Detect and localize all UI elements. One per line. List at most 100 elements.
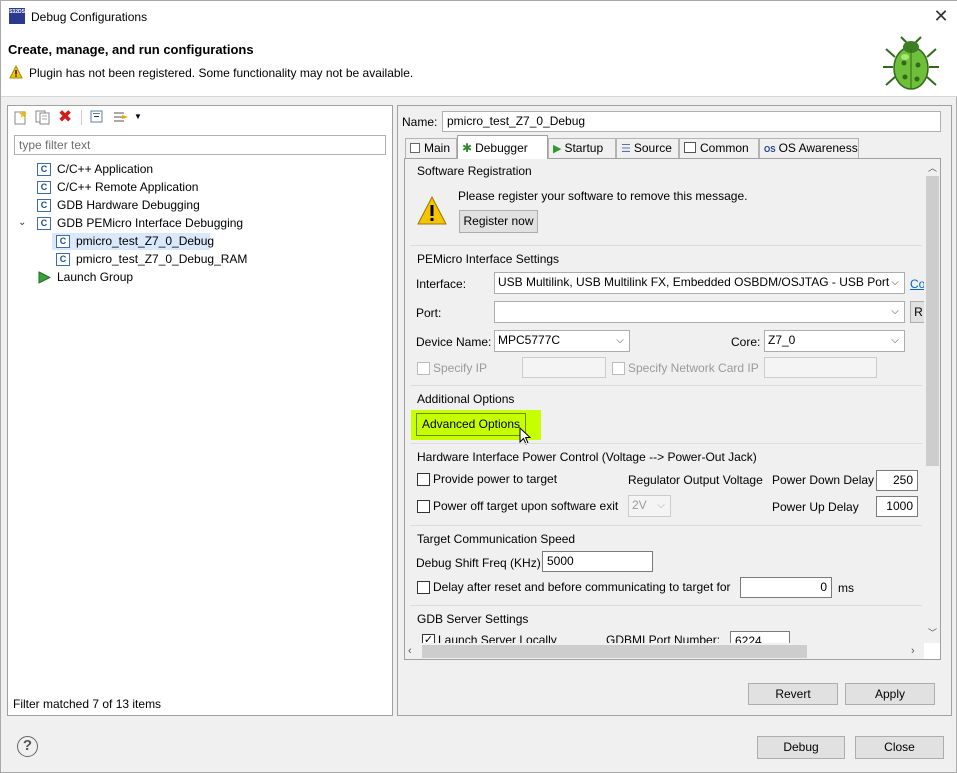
chevron-down-icon: ⌵ — [891, 277, 899, 288]
interface-value: USB Multilink, USB Multilink FX, Embedde… — [498, 275, 890, 289]
tab-main[interactable]: Main — [405, 138, 457, 158]
bug-icon: ✱ — [462, 141, 473, 155]
power-down-delay-label: Power Down Delay — [772, 473, 875, 487]
specify-network-card-checkbox[interactable] — [612, 362, 625, 375]
tree-item-launch-group[interactable]: Launch Group — [57, 270, 133, 284]
duplicate-config-icon[interactable] — [35, 110, 50, 125]
power-off-checkbox[interactable] — [417, 500, 430, 513]
regulator-voltage-label: Regulator Output Voltage — [628, 473, 763, 487]
tree-item-pmicro-debug[interactable]: pmicro_test_Z7_0_Debug — [76, 234, 214, 248]
main-tab-icon — [410, 143, 420, 153]
advanced-options-button[interactable]: Advanced Options — [416, 413, 526, 436]
tab-debugger[interactable]: ✱ Debugger — [457, 135, 548, 159]
core-select[interactable]: Z7_0 ⌵ — [764, 330, 905, 352]
new-config-icon[interactable] — [14, 110, 28, 125]
delete-config-icon[interactable]: ✖ — [58, 108, 73, 125]
specify-ip-label: Specify IP — [433, 361, 488, 375]
vertical-scrollbar[interactable]: ︿ ﹀ — [924, 159, 940, 643]
horizontal-scroll-thumb[interactable] — [422, 645, 807, 658]
shift-freq-input[interactable]: 5000 — [542, 551, 653, 572]
filter-placeholder: type filter text — [19, 138, 91, 152]
close-button[interactable]: Close — [855, 736, 944, 759]
port-select[interactable]: ⌵ — [494, 301, 905, 323]
dialog-window: S32DS Debug Configurations ✕ Create, man… — [0, 0, 957, 773]
delay-after-reset-label: Delay after reset and before communicati… — [433, 580, 731, 594]
horizontal-scrollbar[interactable]: ‹ › — [405, 643, 924, 659]
launch-group-icon — [37, 271, 52, 284]
power-up-delay-input[interactable]: 1000 — [876, 496, 918, 517]
tree-item-cpp-application[interactable]: C/C++ Application — [57, 162, 153, 176]
core-label: Core: — [731, 335, 761, 349]
vertical-scroll-thumb[interactable] — [926, 176, 939, 466]
speed-divider — [410, 525, 922, 526]
bug-logo-icon — [881, 35, 941, 95]
tab-os-awareness[interactable]: OS OS Awareness — [759, 138, 859, 158]
debug-button[interactable]: Debug — [757, 736, 845, 759]
expand-chevron-down-icon[interactable]: ⌄ — [18, 217, 26, 228]
delay-after-reset-checkbox[interactable] — [417, 581, 430, 594]
tab-startup-label: Startup — [564, 141, 604, 155]
scroll-left-chevron-icon[interactable]: ‹ — [408, 645, 412, 657]
tab-main-label: Main — [424, 141, 451, 155]
c-app-icon: C — [56, 253, 70, 266]
scroll-down-chevron-icon[interactable]: ﹀ — [928, 626, 937, 639]
close-window-icon[interactable]: ✕ — [931, 5, 951, 27]
tab-startup[interactable]: ▶ Startup — [548, 138, 616, 158]
specify-ip-checkbox[interactable] — [417, 362, 430, 375]
common-icon — [684, 142, 696, 153]
tree-item-pmicro-debug-ram[interactable]: pmicro_test_Z7_0_Debug_RAM — [76, 252, 247, 266]
interface-select[interactable]: USB Multilink, USB Multilink FX, Embedde… — [494, 272, 905, 294]
gdbmi-port-value: 6224 — [735, 634, 762, 643]
app-icon: S32DS — [9, 8, 25, 24]
filter-input[interactable]: type filter text — [14, 135, 386, 155]
delay-input[interactable]: 0 — [740, 577, 832, 598]
additional-options-title: Additional Options — [417, 392, 515, 406]
scroll-right-chevron-icon[interactable]: › — [911, 645, 915, 657]
tree-item-gdb-hardware-debugging[interactable]: GDB Hardware Debugging — [57, 198, 200, 212]
shift-freq-label: Debug Shift Freq (KHz) — [416, 556, 541, 570]
c-app-icon: C — [37, 181, 51, 194]
c-app-icon: C — [37, 199, 51, 212]
gdb-clip: ✓ Launch Server Locally GDBMI Port Numbe… — [405, 629, 924, 643]
config-name-input[interactable]: pmicro_test_Z7_0_Debug — [442, 111, 941, 132]
collapse-all-icon[interactable] — [90, 110, 104, 124]
chevron-down-icon: ⌵ — [891, 306, 899, 317]
register-now-button[interactable]: Register now — [459, 210, 538, 233]
chevron-down-icon: ⌵ — [616, 335, 624, 346]
voltage-select[interactable]: 2V ⌵ — [628, 495, 671, 517]
device-name-select[interactable]: MPC5777C ⌵ — [494, 330, 630, 352]
os-icon: OS — [764, 145, 776, 154]
provide-power-checkbox[interactable] — [417, 473, 430, 486]
header-title: Create, manage, and run configurations — [8, 42, 254, 57]
config-name-value: pmicro_test_Z7_0_Debug — [447, 114, 586, 128]
network-card-ip-input[interactable] — [764, 357, 877, 378]
filter-configs-icon[interactable] — [112, 109, 130, 125]
gdbmi-port-input[interactable]: 6224 — [730, 631, 790, 643]
tab-common[interactable]: Common — [679, 138, 759, 158]
view-menu-chevron-down-icon[interactable]: ▼ — [134, 112, 142, 121]
tab-os-awareness-label: OS Awareness — [778, 141, 858, 155]
power-control-title: Hardware Interface Power Control (Voltag… — [417, 450, 757, 464]
power-up-delay-value: 1000 — [886, 499, 913, 513]
tree-item-gdb-pemicro[interactable]: GDB PEMicro Interface Debugging — [57, 216, 243, 230]
tab-debugger-label: Debugger — [475, 141, 528, 155]
title-bar: S32DS Debug Configurations ✕ — [1, 1, 957, 33]
specify-network-card-label: Specify Network Card IP — [628, 361, 759, 375]
launch-server-checkbox[interactable]: ✓ — [422, 634, 435, 643]
ip-input[interactable] — [522, 357, 606, 378]
tab-common-label: Common — [700, 141, 749, 155]
apply-button[interactable]: Apply — [845, 683, 935, 705]
delay-value: 0 — [820, 580, 827, 594]
device-name-label: Device Name: — [416, 335, 492, 349]
shift-freq-value: 5000 — [547, 554, 574, 568]
chevron-down-icon: ⌵ — [657, 500, 665, 511]
window-title: Debug Configurations — [31, 10, 148, 24]
additional-divider — [410, 385, 922, 386]
tab-source[interactable]: ☰ Source — [616, 138, 679, 158]
revert-button[interactable]: Revert — [748, 683, 838, 705]
scroll-up-chevron-icon[interactable]: ︿ — [928, 161, 937, 174]
dialog-header: Create, manage, and run configurations P… — [1, 33, 957, 97]
tree-item-cpp-remote-application[interactable]: C/C++ Remote Application — [57, 180, 198, 194]
help-icon[interactable]: ? — [17, 736, 38, 757]
power-down-delay-input[interactable]: 250 — [876, 470, 918, 491]
